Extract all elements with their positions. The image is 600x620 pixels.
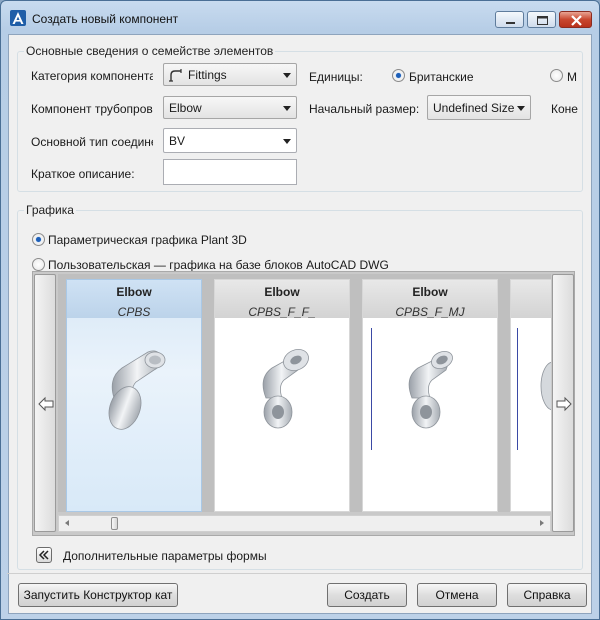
- component-value: Elbow: [169, 101, 202, 115]
- units-british-radio[interactable]: [392, 69, 405, 82]
- chevron-down-icon: [283, 139, 291, 144]
- category-label: Категория компонента: [31, 69, 153, 83]
- elbow-plain-icon: [108, 350, 166, 430]
- units-label: Единицы:: [309, 70, 363, 84]
- tile-code: CPBS: [117, 305, 151, 319]
- category-value: Fittings: [188, 68, 227, 82]
- family-info-legend: Основные сведения о семействе элементов: [26, 44, 274, 58]
- connection-label: Основной тип соединения: [31, 135, 153, 149]
- initial-size-select[interactable]: Undefined Size: [427, 95, 531, 120]
- arrow-left-icon: [38, 396, 54, 412]
- parametric-graphics-label: Параметрическая графика Plant 3D: [48, 233, 247, 247]
- gallery-next-button[interactable]: [552, 274, 574, 532]
- units-metric-radio[interactable]: [550, 69, 563, 82]
- launch-designer-button[interactable]: Запустить Конструктор кат: [18, 583, 178, 607]
- component-label: Компонент трубопровода: [31, 102, 153, 116]
- elbow-mj-icon: [408, 350, 453, 429]
- gallery-prev-button[interactable]: [34, 274, 56, 532]
- scroll-left-icon[interactable]: [65, 520, 69, 526]
- connection-value: BV: [169, 134, 186, 148]
- create-button[interactable]: Создать: [327, 583, 407, 607]
- cancel-button[interactable]: Отмена: [417, 583, 497, 607]
- double-chevron-left-icon: [38, 550, 49, 560]
- window-title: Создать новый компонент: [32, 12, 179, 26]
- scroll-right-icon[interactable]: [540, 520, 544, 526]
- maximize-icon: [537, 16, 548, 25]
- parametric-graphics-radio[interactable]: [32, 233, 45, 246]
- chevron-down-icon: [517, 106, 525, 111]
- elbow-partial-icon: [540, 361, 551, 411]
- minimize-button[interactable]: [495, 11, 524, 28]
- autocad-logo-icon: [10, 10, 26, 26]
- gallery-tiles: Elbow CPBS Elbow CPBS_F_F_ Elbow CPBS_F_…: [58, 274, 551, 512]
- footer-divider: [7, 573, 591, 574]
- fitting-icon: [169, 69, 182, 82]
- custom-graphics-label: Пользовательская — графика на базе блоко…: [48, 258, 389, 272]
- divider-line: [371, 328, 372, 450]
- units-metric-label: М: [567, 70, 577, 84]
- initial-size-value: Undefined Size: [433, 101, 515, 115]
- tile-name: Elbow: [412, 285, 448, 299]
- gallery-tile-partial[interactable]: [510, 279, 551, 512]
- arrow-right-icon: [556, 396, 572, 412]
- gallery-scrollbar[interactable]: [58, 515, 551, 532]
- category-select[interactable]: Fittings: [163, 63, 297, 86]
- description-input[interactable]: [163, 159, 297, 185]
- tile-code: CPBS_F_F_: [248, 305, 316, 319]
- initial-size-label: Начальный размер:: [309, 102, 420, 116]
- divider-line: [517, 328, 518, 450]
- units-british-label: Британские: [409, 70, 474, 84]
- maximize-button[interactable]: [527, 11, 556, 28]
- gallery-tile[interactable]: Elbow CPBS_F_MJ: [362, 279, 498, 512]
- more-params-label: Дополнительные параметры формы: [63, 549, 267, 563]
- gallery-tile[interactable]: Elbow CPBS: [66, 279, 202, 512]
- help-button[interactable]: Справка: [507, 583, 587, 607]
- component-select[interactable]: Elbow: [163, 96, 297, 119]
- chevron-down-icon: [283, 106, 291, 111]
- title-bar[interactable]: Создать новый компонент: [1, 1, 599, 35]
- close-icon: [571, 15, 582, 26]
- tile-name: Elbow: [116, 285, 152, 299]
- tile-name: Elbow: [264, 285, 300, 299]
- gallery-tile[interactable]: Elbow CPBS_F_F_: [214, 279, 350, 512]
- connection-select[interactable]: BV: [163, 128, 297, 153]
- minimize-icon: [506, 22, 515, 24]
- custom-graphics-radio[interactable]: [32, 258, 45, 271]
- graphics-gallery: Elbow CPBS Elbow CPBS_F_F_ Elbow CPBS_F_…: [32, 271, 575, 536]
- more-params-toggle[interactable]: [36, 547, 52, 563]
- close-button[interactable]: [559, 11, 592, 28]
- description-label: Краткое описание:: [31, 167, 135, 181]
- graphics-legend: Графика: [26, 203, 74, 217]
- tile-code: CPBS_F_MJ: [395, 305, 465, 319]
- chevron-down-icon: [283, 73, 291, 78]
- scroll-thumb[interactable]: [111, 517, 118, 530]
- tile-header: [511, 280, 551, 318]
- elbow-flanged-icon: [262, 349, 309, 429]
- end-label: Коне: [551, 102, 578, 116]
